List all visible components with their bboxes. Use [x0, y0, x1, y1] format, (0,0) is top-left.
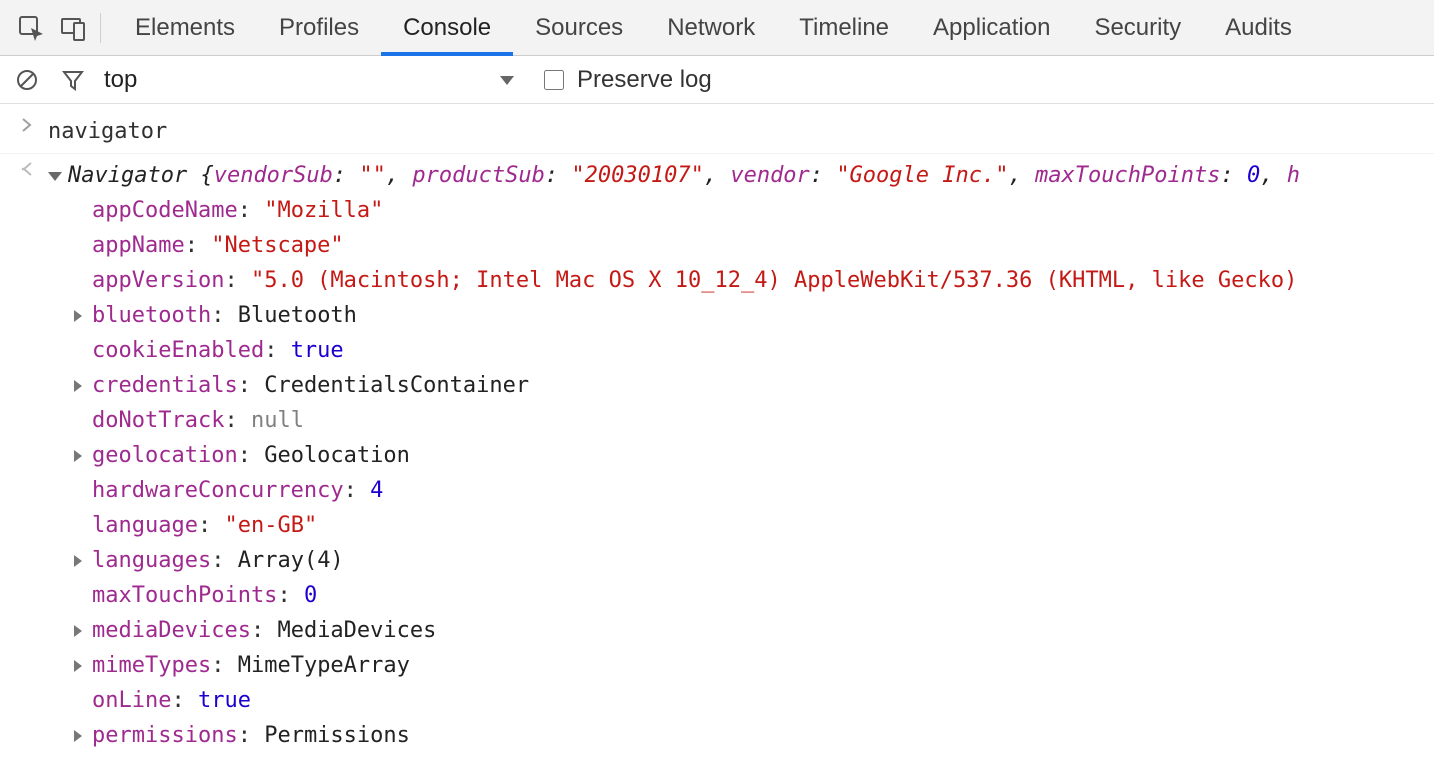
console-result: Navigator {vendorSub: "", productSub: "2…	[0, 154, 1434, 753]
prop-credentials[interactable]: credentials: CredentialsContainer	[74, 368, 1434, 403]
prop-appCodeName: ·appCodeName: "Mozilla"	[74, 193, 1434, 228]
tab-sources[interactable]: Sources	[513, 0, 645, 55]
separator	[100, 13, 101, 43]
prop-hardwareConcurrency: ·hardwareConcurrency: 4	[74, 473, 1434, 508]
prop-appVersion: ·appVersion: "5.0 (Macintosh; Intel Mac …	[74, 263, 1434, 298]
expand-icon[interactable]	[74, 613, 92, 648]
prop-bluetooth[interactable]: bluetooth: Bluetooth	[74, 298, 1434, 333]
prop-mediaDevices[interactable]: mediaDevices: MediaDevices	[74, 613, 1434, 648]
tab-elements[interactable]: Elements	[113, 0, 257, 55]
input-chevron-icon	[6, 114, 48, 134]
object-summary[interactable]: Navigator {vendorSub: "", productSub: "2…	[48, 158, 1434, 193]
prop-doNotTrack: ·doNotTrack: null	[74, 403, 1434, 438]
prop-mimeTypes[interactable]: mimeTypes: MimeTypeArray	[74, 648, 1434, 683]
prop-geolocation[interactable]: geolocation: Geolocation	[74, 438, 1434, 473]
tab-console[interactable]: Console	[381, 0, 513, 55]
console-toolbar: top Preserve log	[0, 56, 1434, 104]
preserve-log-toggle[interactable]: Preserve log	[540, 66, 712, 94]
tab-audits[interactable]: Audits	[1203, 0, 1314, 55]
prop-permissions[interactable]: permissions: Permissions	[74, 718, 1434, 753]
expand-icon[interactable]	[74, 368, 92, 403]
prop-maxTouchPoints: ·maxTouchPoints: 0	[74, 578, 1434, 613]
tab-network[interactable]: Network	[645, 0, 777, 55]
object-properties: ·appCodeName: "Mozilla"·appName: "Netsca…	[48, 193, 1434, 753]
tab-application[interactable]: Application	[911, 0, 1072, 55]
filter-icon[interactable]	[58, 65, 88, 95]
execution-context-selector[interactable]: top	[104, 66, 524, 94]
tab-security[interactable]: Security	[1072, 0, 1203, 55]
device-toolbar-icon[interactable]	[52, 8, 94, 48]
preserve-log-label: Preserve log	[577, 66, 712, 94]
console-input-line[interactable]: navigator	[0, 110, 1434, 154]
tab-timeline[interactable]: Timeline	[777, 0, 911, 55]
dropdown-caret-icon	[500, 66, 516, 94]
expand-icon[interactable]	[74, 648, 92, 683]
tab-profiles[interactable]: Profiles	[257, 0, 381, 55]
prop-cookieEnabled: ·cookieEnabled: true	[74, 333, 1434, 368]
preserve-log-checkbox[interactable]	[544, 70, 564, 90]
expand-icon[interactable]	[74, 438, 92, 473]
inspect-element-icon[interactable]	[10, 8, 52, 48]
prop-language: ·language: "en-GB"	[74, 508, 1434, 543]
output-chevron-icon	[6, 158, 48, 178]
prop-appName: ·appName: "Netscape"	[74, 228, 1434, 263]
clear-console-icon[interactable]	[12, 65, 42, 95]
devtools-tabbar: ElementsProfilesConsoleSourcesNetworkTim…	[0, 0, 1434, 56]
expand-icon[interactable]	[74, 298, 92, 333]
console-output: navigator Navigator {vendorSub: "", prod…	[0, 104, 1434, 753]
expand-icon[interactable]	[74, 543, 92, 578]
expand-toggle-icon[interactable]	[48, 158, 64, 193]
prop-onLine: ·onLine: true	[74, 683, 1434, 718]
context-label: top	[104, 66, 137, 94]
expand-icon[interactable]	[74, 718, 92, 753]
prop-languages[interactable]: languages: Array(4)	[74, 543, 1434, 578]
input-text: navigator	[48, 114, 1434, 149]
